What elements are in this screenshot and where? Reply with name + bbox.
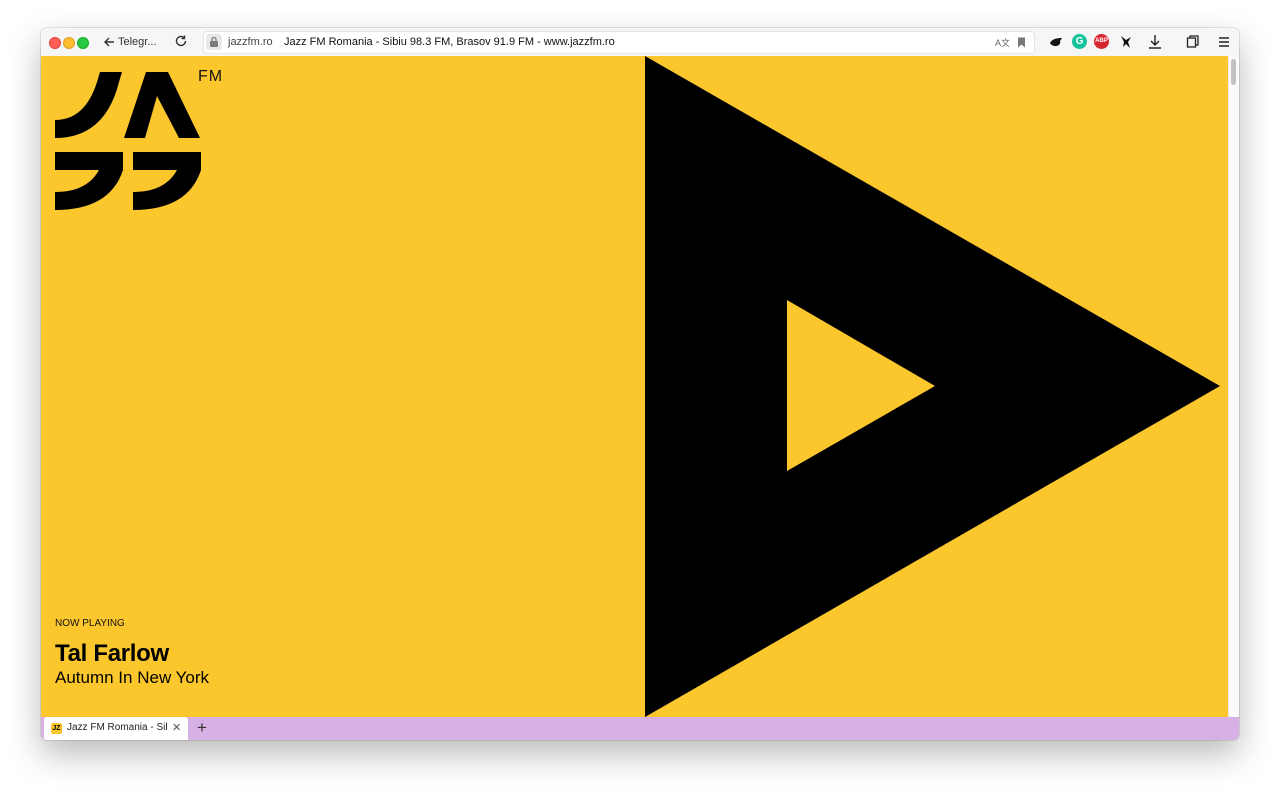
translate-icon[interactable]: A文 xyxy=(995,36,1010,49)
menu-icon[interactable] xyxy=(1216,34,1232,50)
bird-extension-icon[interactable] xyxy=(1118,34,1134,50)
now-playing-track: Autumn In New York xyxy=(55,668,210,687)
back-button[interactable]: Telegr... xyxy=(103,33,157,51)
window-maximize-button[interactable] xyxy=(77,37,89,49)
now-playing-label: NOW PLAYING xyxy=(55,618,125,629)
jazz-logo[interactable] xyxy=(55,70,205,226)
reload-icon xyxy=(175,35,187,47)
url-host: jazzfm.ro xyxy=(228,36,273,48)
scrollbar-thumb[interactable] xyxy=(1231,59,1236,85)
new-tab-button[interactable]: + xyxy=(197,718,207,738)
logo-fm-label: FM xyxy=(198,68,224,85)
browser-window: Telegr... jazzfm.ro Jazz FM Romania - Si… xyxy=(41,28,1239,740)
url-page-title: Jazz FM Romania - Sibiu 98.3 FM, Brasov … xyxy=(284,36,615,48)
address-bar[interactable]: jazzfm.ro Jazz FM Romania - Sibiu 98.3 F… xyxy=(203,31,1035,54)
sidebar-tabs-icon[interactable] xyxy=(1185,34,1201,50)
window-minimize-button[interactable] xyxy=(63,37,75,49)
window-close-button[interactable] xyxy=(49,37,61,49)
lock-icon[interactable] xyxy=(206,34,222,50)
back-button-label: Telegr... xyxy=(118,36,157,48)
download-icon[interactable] xyxy=(1147,34,1163,50)
tab-close-icon[interactable]: ✕ xyxy=(172,721,181,734)
tab-strip: JZ Jazz FM Romania - Sibiu 98.3 FM, Bras… xyxy=(41,717,1239,740)
ninja-extension-icon[interactable] xyxy=(1048,34,1064,50)
tab-jazzfm[interactable]: JZ Jazz FM Romania - Sibiu 98.3 FM, Bras… xyxy=(44,717,188,740)
browser-toolbar: Telegr... jazzfm.ro Jazz FM Romania - Si… xyxy=(41,28,1239,57)
play-icon[interactable] xyxy=(645,56,1229,717)
jazzfm-favicon-icon: JZ xyxy=(51,723,62,734)
now-playing-artist: Tal Farlow xyxy=(55,640,169,667)
grammarly-extension-icon[interactable]: G xyxy=(1072,34,1087,49)
adblock-extension-icon[interactable]: ABP xyxy=(1094,34,1109,49)
reload-button[interactable] xyxy=(174,34,188,53)
tab-title: Jazz FM Romania - Sibiu 98.3 FM, Brasov … xyxy=(67,722,167,733)
page-content: FM NOW PLAYING Tal Farlow Autumn In New … xyxy=(41,56,1229,717)
arrow-left-icon xyxy=(104,37,114,47)
bookmark-icon[interactable] xyxy=(1017,37,1026,48)
vertical-scrollbar[interactable] xyxy=(1228,56,1239,717)
